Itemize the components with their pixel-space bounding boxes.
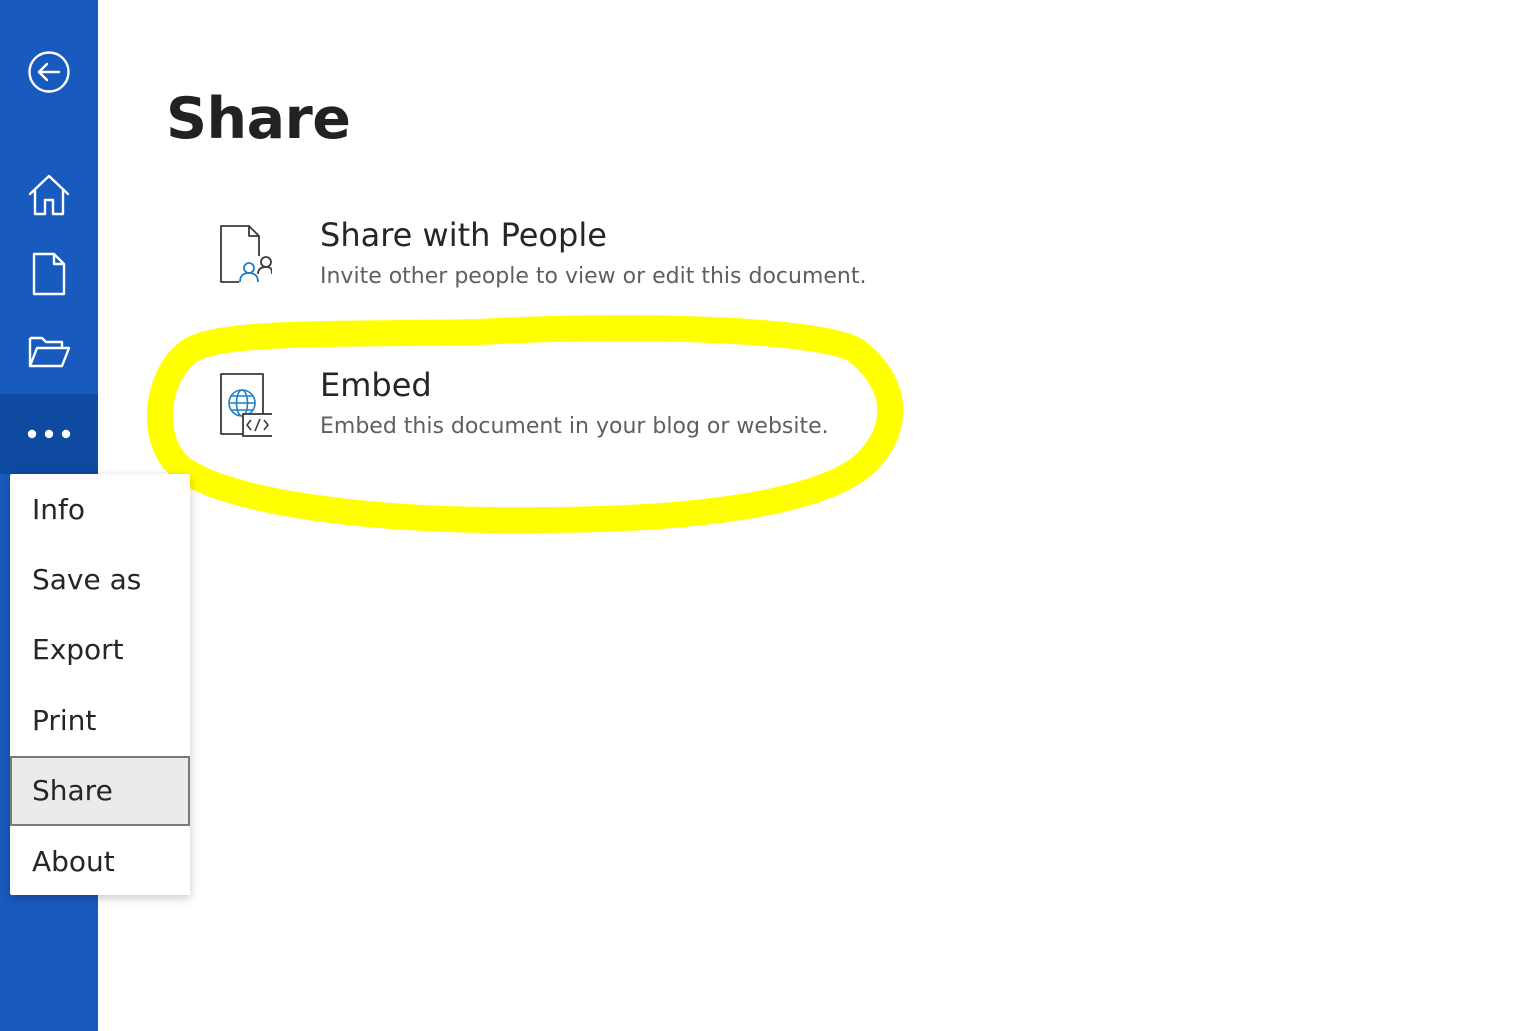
more-ellipsis-icon (27, 429, 71, 439)
more-menu: Info Save as Export Print Share About (10, 474, 190, 895)
share-people-icon (220, 225, 272, 286)
menu-item-about[interactable]: About (10, 828, 190, 896)
open-button[interactable] (0, 314, 98, 390)
embed-title: Embed (320, 366, 432, 404)
share-with-people-description: Invite other people to view or edit this… (320, 264, 867, 289)
embed-description: Embed this document in your blog or webs… (320, 414, 829, 439)
share-with-people-title: Share with People (320, 216, 607, 254)
yellow-highlight-annotation (146, 315, 904, 534)
menu-item-export[interactable]: Export (10, 616, 190, 684)
new-document-icon (32, 252, 66, 296)
open-folder-icon (28, 336, 71, 368)
embed-icon (220, 373, 272, 437)
share-pane: Share Share with People Invite other peo… (98, 0, 1515, 1031)
new-document-button[interactable] (0, 236, 98, 312)
share-with-people-option[interactable]: Share with People Invite other people to… (198, 216, 958, 316)
home-icon (28, 174, 70, 216)
menu-item-print[interactable]: Print (10, 687, 190, 755)
page-title: Share (166, 86, 351, 152)
back-arrow-circle-icon (28, 51, 70, 93)
menu-item-share[interactable]: Share (10, 756, 190, 826)
menu-item-save-as[interactable]: Save as (10, 546, 190, 614)
menu-item-info[interactable]: Info (10, 476, 190, 544)
embed-option[interactable]: Embed Embed this document in your blog o… (198, 366, 958, 466)
home-button[interactable] (0, 157, 98, 233)
more-button[interactable] (0, 394, 98, 474)
back-button[interactable] (0, 34, 98, 110)
